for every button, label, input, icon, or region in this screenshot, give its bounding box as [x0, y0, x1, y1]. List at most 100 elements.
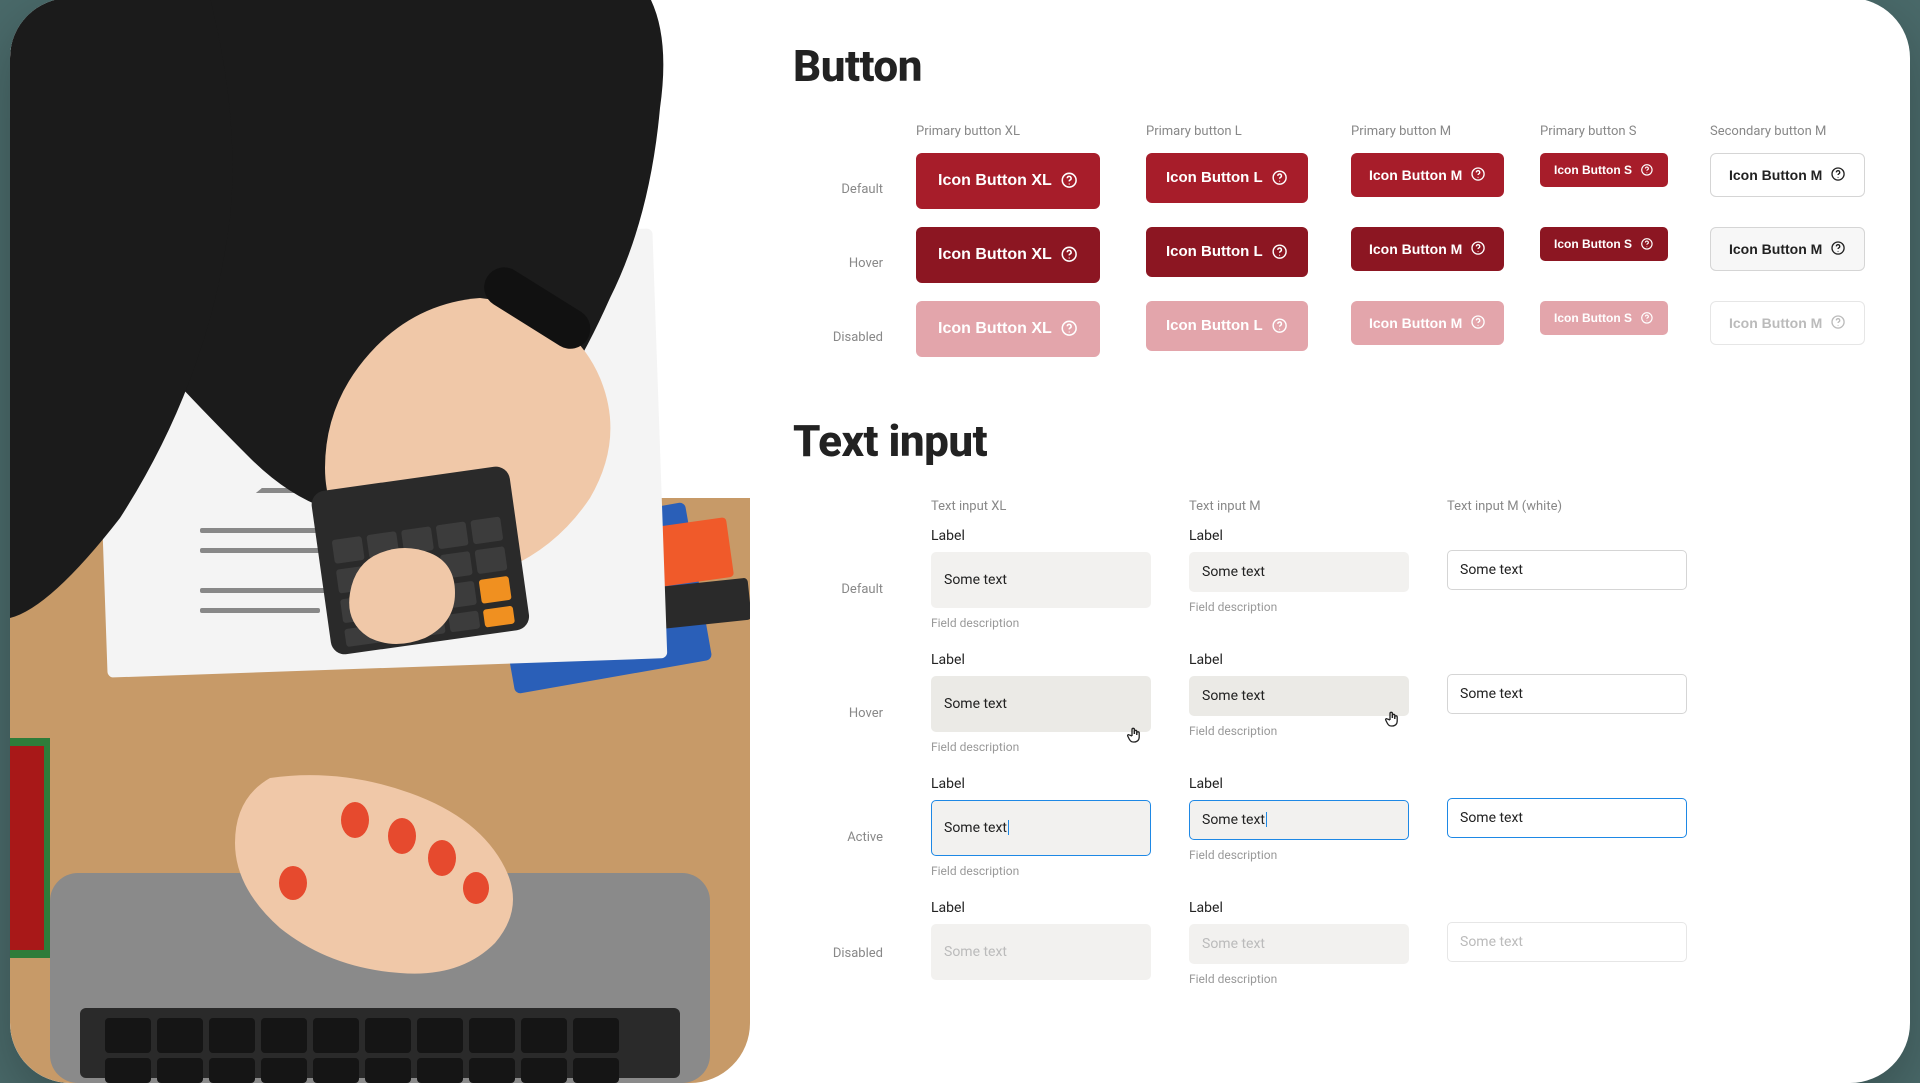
field-label: Label — [931, 776, 965, 792]
button-label: Icon Button L — [1166, 169, 1263, 186]
input-value: Some text — [944, 820, 1007, 836]
section-title-button: Button — [793, 40, 1866, 92]
col-head-secondary-m: Secondary button M — [1710, 124, 1876, 153]
field-label: Label — [931, 900, 965, 916]
help-circle-icon — [1271, 169, 1288, 186]
button-label: Icon Button M — [1729, 315, 1822, 331]
primary-button-m-disabled: Icon Button M — [1351, 301, 1504, 345]
primary-button-xl-hover[interactable]: Icon Button XL — [916, 227, 1100, 283]
primary-button-xl-default[interactable]: Icon Button XL — [916, 153, 1100, 209]
secondary-button-m-hover[interactable]: Icon Button M — [1710, 227, 1865, 271]
col-head-primary-l: Primary button L — [1146, 124, 1328, 153]
col-head-input-m: Text input M — [1189, 499, 1409, 528]
field-label: Label — [1189, 528, 1223, 544]
button-grid: Primary button XL Primary button L Prima… — [793, 124, 1866, 375]
help-circle-icon — [1830, 240, 1846, 256]
button-label: Icon Button M — [1369, 241, 1462, 257]
input-value: Some text — [1460, 810, 1523, 826]
help-circle-icon — [1060, 171, 1078, 189]
field-label: Label — [1189, 652, 1223, 668]
row-label-active: Active — [793, 776, 893, 900]
help-circle-icon — [1640, 311, 1654, 325]
primary-button-m-default[interactable]: Icon Button M — [1351, 153, 1504, 197]
input-value: Some text — [1202, 688, 1265, 704]
text-caret — [1266, 812, 1267, 827]
help-circle-icon — [1470, 166, 1486, 182]
col-head-input-mw: Text input M (white) — [1447, 499, 1687, 528]
help-circle-icon — [1470, 314, 1486, 330]
field-description: Field description — [931, 740, 1019, 754]
help-circle-icon — [1830, 166, 1846, 182]
field-description: Field description — [931, 616, 1019, 630]
primary-button-s-hover[interactable]: Icon Button S — [1540, 227, 1668, 261]
text-input-xl-default[interactable]: Some text — [931, 552, 1151, 608]
col-head-input-xl: Text input XL — [931, 499, 1151, 528]
help-circle-icon — [1060, 245, 1078, 263]
field-label: Label — [931, 652, 965, 668]
lifestyle-photo — [10, 0, 750, 1083]
design-system-card: Button Primary button XL Primary button … — [10, 0, 1910, 1083]
button-label: Icon Button M — [1369, 167, 1462, 183]
primary-button-l-disabled: Icon Button L — [1146, 301, 1308, 351]
button-label: Icon Button XL — [938, 172, 1052, 190]
text-input-xl-active[interactable]: Some text — [931, 800, 1151, 856]
button-label: Icon Button M — [1369, 315, 1462, 331]
button-label: Icon Button S — [1554, 163, 1632, 177]
button-label: Icon Button M — [1729, 241, 1822, 257]
primary-button-m-hover[interactable]: Icon Button M — [1351, 227, 1504, 271]
row-label-default: Default — [793, 528, 893, 652]
button-label: Icon Button XL — [938, 246, 1052, 264]
input-placeholder: Some text — [1202, 936, 1265, 952]
text-input-mw-hover[interactable]: Some text — [1447, 674, 1687, 714]
text-input-m-hover[interactable]: Some text — [1189, 676, 1409, 716]
input-value: Some text — [1202, 564, 1265, 580]
text-input-m-active[interactable]: Some text — [1189, 800, 1409, 840]
input-value: Some text — [1202, 812, 1265, 828]
button-label: Icon Button M — [1729, 167, 1822, 183]
input-value: Some text — [944, 696, 1007, 712]
row-label-hover: Hover — [793, 652, 893, 776]
section-title-textinput: Text input — [793, 415, 1866, 467]
input-placeholder: Some text — [1460, 934, 1523, 950]
row-label-disabled: Disabled — [793, 900, 893, 1008]
pointer-cursor-icon — [1126, 725, 1142, 745]
field-description: Field description — [1189, 972, 1277, 986]
text-input-mw-active[interactable]: Some text — [1447, 798, 1687, 838]
row-label-hover: Hover — [793, 227, 893, 301]
secondary-button-m-disabled: Icon Button M — [1710, 301, 1865, 345]
row-label-default: Default — [793, 153, 893, 227]
primary-button-l-hover[interactable]: Icon Button L — [1146, 227, 1308, 277]
help-circle-icon — [1060, 319, 1078, 337]
col-head-primary-xl: Primary button XL — [916, 124, 1123, 153]
help-circle-icon — [1640, 237, 1654, 251]
help-circle-icon — [1271, 243, 1288, 260]
secondary-button-m-default[interactable]: Icon Button M — [1710, 153, 1865, 197]
field-description: Field description — [931, 864, 1019, 878]
primary-button-s-default[interactable]: Icon Button S — [1540, 153, 1668, 187]
pointer-cursor-icon — [1384, 709, 1400, 729]
primary-button-xl-disabled: Icon Button XL — [916, 301, 1100, 357]
component-panel: Button Primary button XL Primary button … — [750, 0, 1910, 1083]
text-input-xl-hover[interactable]: Some text — [931, 676, 1151, 732]
text-input-mw-disabled: Some text — [1447, 922, 1687, 962]
field-label: Label — [931, 528, 965, 544]
button-label: Icon Button S — [1554, 311, 1632, 325]
button-label: Icon Button L — [1166, 243, 1263, 260]
button-label: Icon Button XL — [938, 320, 1052, 338]
row-label-disabled: Disabled — [793, 301, 893, 375]
field-label: Label — [1189, 776, 1223, 792]
input-grid: Text input XL Text input M Text input M … — [793, 499, 1866, 1008]
input-placeholder: Some text — [944, 944, 1007, 960]
field-description: Field description — [1189, 600, 1277, 614]
help-circle-icon — [1271, 317, 1288, 334]
primary-button-l-default[interactable]: Icon Button L — [1146, 153, 1308, 203]
help-circle-icon — [1830, 314, 1846, 330]
text-input-xl-disabled: Some text — [931, 924, 1151, 980]
button-label: Icon Button L — [1166, 317, 1263, 334]
help-circle-icon — [1640, 163, 1654, 177]
button-label: Icon Button S — [1554, 237, 1632, 251]
text-input-m-default[interactable]: Some text — [1189, 552, 1409, 592]
text-input-mw-default[interactable]: Some text — [1447, 550, 1687, 590]
text-caret — [1008, 820, 1009, 835]
input-value: Some text — [1460, 686, 1523, 702]
